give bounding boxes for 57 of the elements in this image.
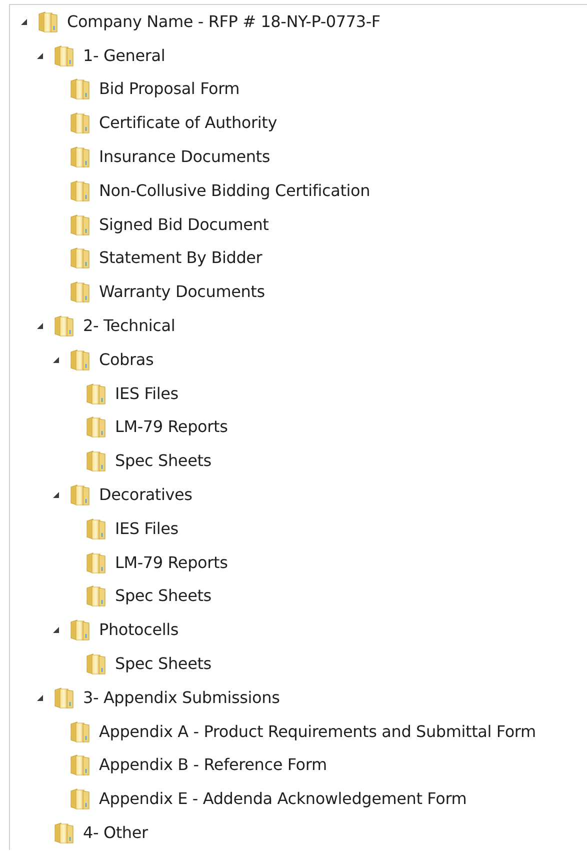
collapse-arrow-icon[interactable] bbox=[36, 694, 44, 702]
folder-icon bbox=[70, 484, 90, 506]
folder-name[interactable]: Signed Bid Document bbox=[99, 212, 269, 237]
folder-icon bbox=[70, 754, 90, 776]
folder-name[interactable]: IES Files bbox=[115, 516, 178, 541]
folder-icon bbox=[70, 214, 90, 236]
folder-icon bbox=[70, 78, 90, 100]
folder-name[interactable]: Spec Sheets bbox=[115, 652, 212, 676]
folder-name[interactable]: IES Files bbox=[115, 382, 178, 406]
folder-icon bbox=[70, 720, 90, 743]
folder-name[interactable]: 1- General bbox=[83, 44, 166, 68]
folder-name[interactable]: Cobras bbox=[99, 348, 154, 372]
collapse-arrow-icon[interactable] bbox=[36, 322, 44, 330]
folder-name[interactable]: Decoratives bbox=[99, 483, 192, 508]
folder-icon bbox=[86, 382, 106, 405]
folder-name[interactable]: Appendix E - Addenda Acknowledgement Form bbox=[99, 787, 467, 812]
folder-icon bbox=[86, 450, 106, 472]
folder-name[interactable]: Non-Collusive Bidding Certification bbox=[99, 178, 370, 203]
folder-name[interactable]: Insurance Documents bbox=[99, 145, 270, 170]
folder-icon bbox=[86, 416, 106, 438]
collapse-arrow-icon[interactable] bbox=[52, 491, 60, 500]
folder-icon bbox=[54, 686, 74, 709]
folder-name[interactable]: Photocells bbox=[99, 618, 179, 642]
folder-name[interactable]: Warranty Documents bbox=[99, 280, 265, 304]
folder-icon bbox=[70, 788, 90, 810]
folder-icon bbox=[70, 619, 90, 642]
folder-name[interactable]: Statement By Bidder bbox=[99, 246, 262, 270]
folder-icon bbox=[86, 552, 106, 574]
folder-icon bbox=[70, 112, 90, 134]
folder-icon bbox=[54, 315, 74, 338]
folder-icon bbox=[86, 653, 106, 676]
collapse-arrow-icon[interactable] bbox=[36, 52, 44, 60]
folder-name[interactable]: 3- Appendix Submissions bbox=[83, 686, 280, 710]
folder-icon bbox=[70, 180, 90, 202]
collapse-arrow-icon[interactable] bbox=[52, 626, 60, 634]
folder-icon bbox=[54, 822, 74, 844]
folder-icon bbox=[86, 518, 106, 540]
folder-name[interactable]: Company Name - RFP # 18-NY-P-0773-F bbox=[67, 10, 380, 34]
folder-name[interactable]: Spec Sheets bbox=[115, 449, 212, 474]
folder-name[interactable]: 2- Technical bbox=[83, 314, 176, 338]
folder-name[interactable]: 4- Other bbox=[83, 821, 148, 846]
folder-name[interactable]: Certificate of Authority bbox=[99, 111, 277, 136]
folder-icon bbox=[86, 585, 106, 608]
folder-name[interactable]: Appendix A - Product Requirements and Submittal Form bbox=[99, 720, 536, 744]
folder-name[interactable]: LM-79 Reports bbox=[115, 415, 228, 440]
collapse-arrow-icon[interactable] bbox=[52, 356, 60, 364]
folder-name[interactable]: LM-79 Reports bbox=[115, 550, 228, 575]
folder-icon bbox=[38, 10, 58, 33]
folder-icon bbox=[70, 146, 90, 168]
folder-name[interactable]: Spec Sheets bbox=[115, 584, 212, 608]
folder-icon bbox=[70, 281, 90, 304]
collapse-arrow-icon[interactable] bbox=[20, 18, 28, 26]
folder-icon bbox=[70, 247, 90, 270]
folder-name[interactable]: Bid Proposal Form bbox=[99, 77, 240, 102]
folder-icon bbox=[54, 44, 74, 67]
folder-name[interactable]: Appendix B - Reference Form bbox=[99, 753, 327, 778]
folder-icon bbox=[70, 348, 90, 371]
